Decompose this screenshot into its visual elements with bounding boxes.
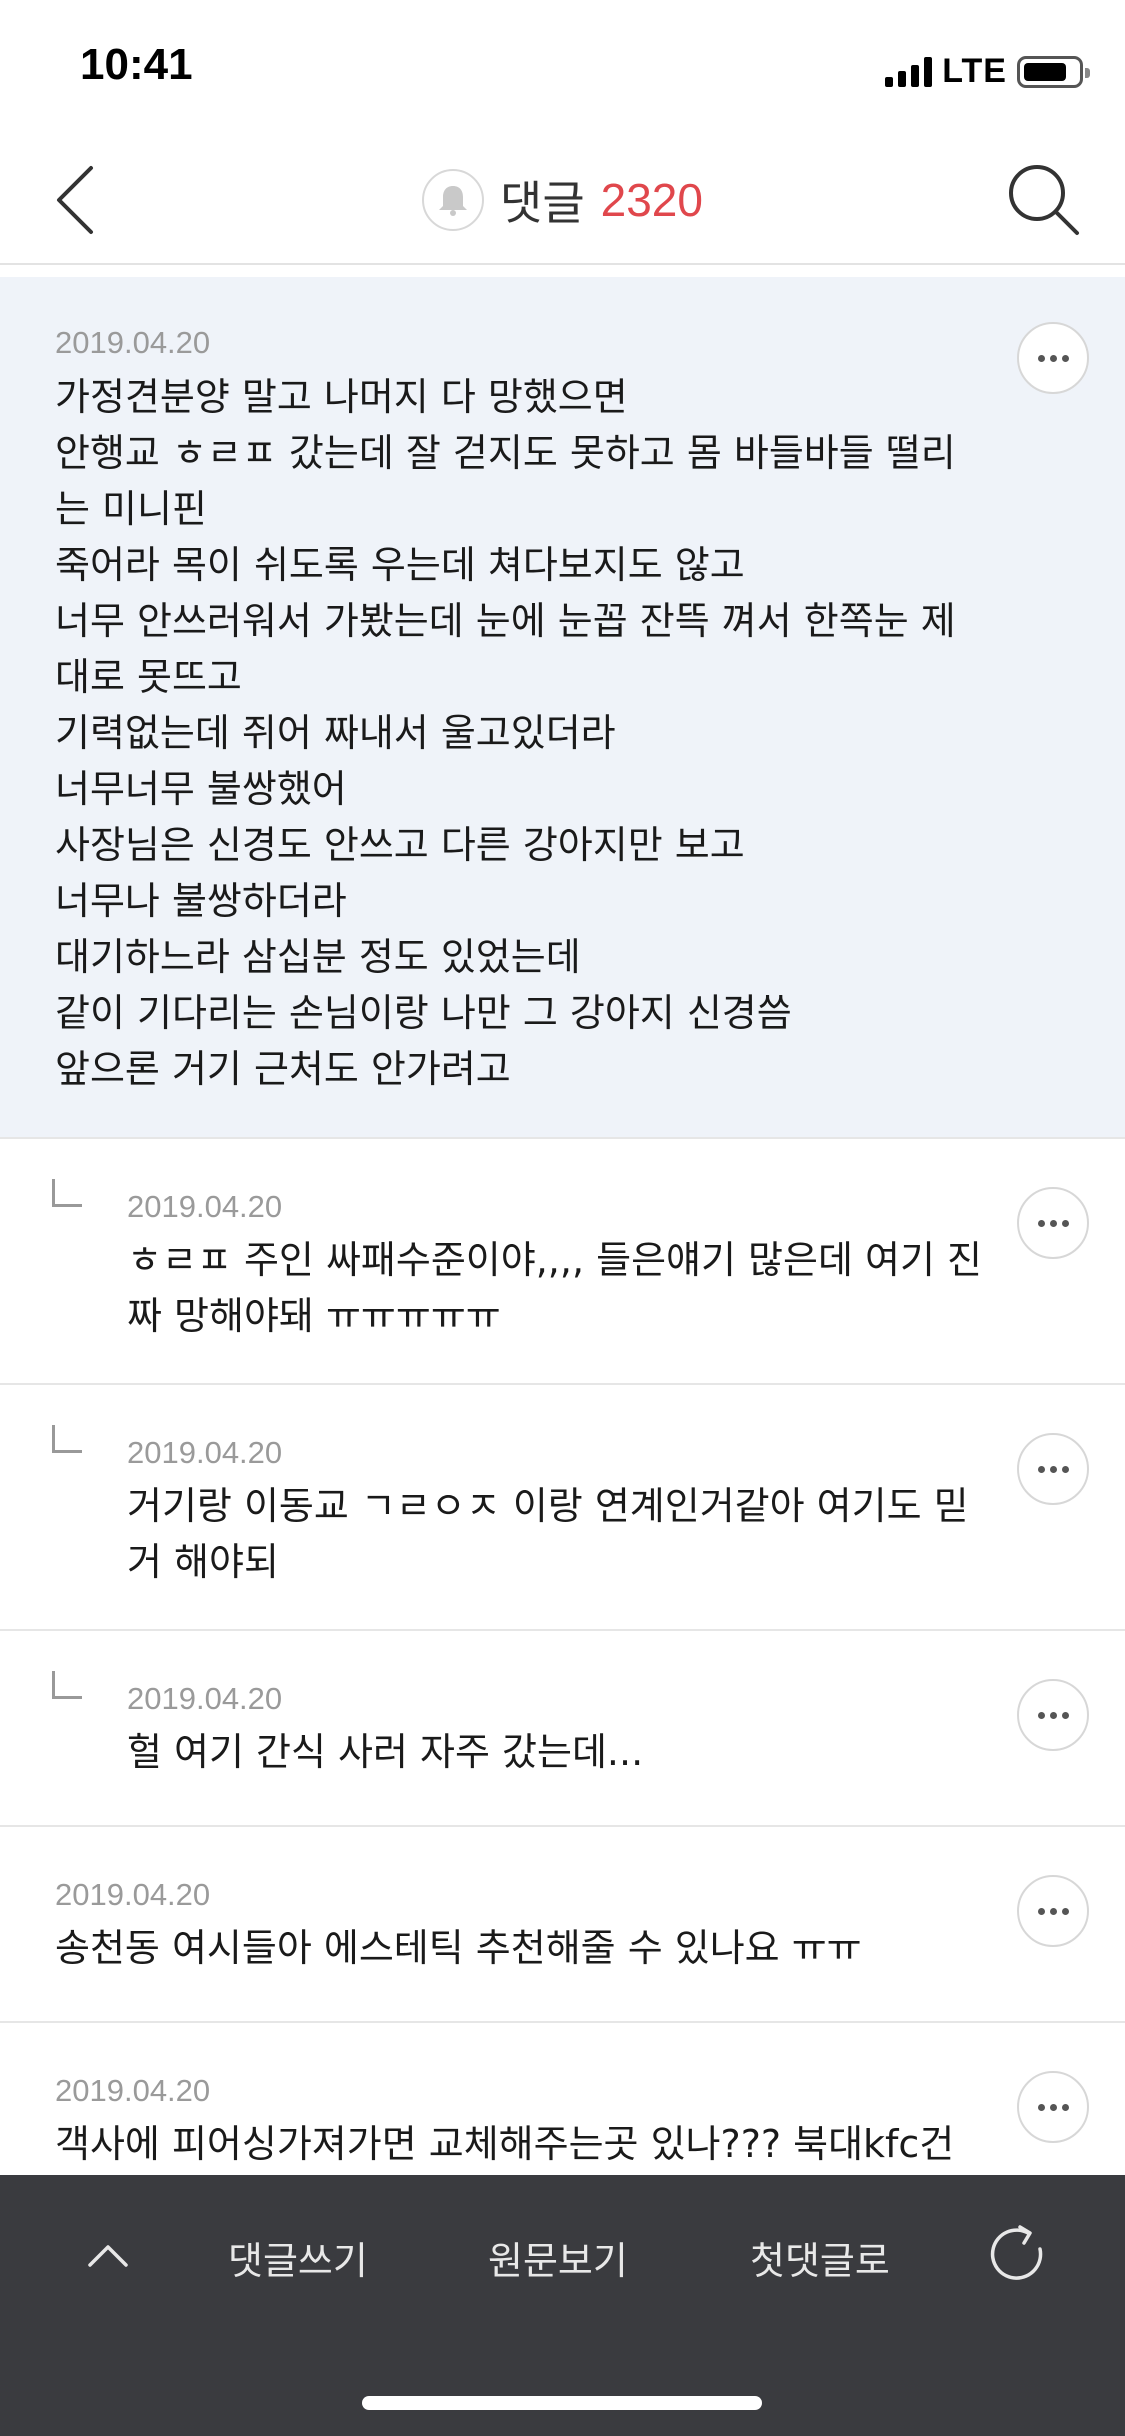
comment-date: 2019.04.20 [55, 325, 211, 360]
page-title: 댓글 2320 [0, 167, 1125, 233]
comment-text: 객사에 피어싱가져가면 교체해주는곳 있나??? 북대kfc건 [55, 2122, 955, 2166]
more-options-button[interactable] [1017, 1187, 1089, 1259]
first-comment-button[interactable]: 첫댓글로 [750, 2230, 890, 2285]
status-indicators: LTE [885, 52, 1090, 91]
comment-text: 헐 여기 간식 사러 자주 갔는데... [127, 1730, 644, 1774]
comment-text: 송천동 여시들아 에스테틱 추천해줄 수 있나요 ㅠㅠ [55, 1926, 862, 1970]
view-original-button[interactable]: 원문보기 [488, 2230, 628, 2285]
search-button[interactable] [1001, 157, 1085, 241]
comment-date: 2019.04.20 [55, 1877, 211, 1912]
search-icon [1009, 165, 1079, 235]
more-options-button[interactable] [1017, 322, 1089, 394]
battery-icon [1017, 55, 1090, 88]
comment-text: 거기랑 이동교 ㄱㄹㅇㅈ 이랑 연계인거같아 여기도 믿 거 해야되 [127, 1484, 969, 1584]
refresh-icon [990, 2225, 1043, 2280]
header: 댓글 2320 [0, 135, 1125, 265]
comment-date: 2019.04.20 [127, 1435, 283, 1470]
comment-list: 2019.04.20 가정견분양 말고 나머지 다 망했으면 안행교 ㅎㄹㅍ 갔… [0, 277, 1125, 2223]
more-options-button[interactable] [1017, 2071, 1089, 2143]
comment-date: 2019.04.20 [127, 1681, 283, 1716]
scroll-top-button[interactable] [78, 2227, 138, 2287]
bell-icon[interactable] [422, 169, 484, 231]
comment-reply: 2019.04.20 거기랑 이동교 ㄱㄹㅇㅈ 이랑 연계인거같아 여기도 믿 … [0, 1385, 1125, 1631]
refresh-button[interactable] [984, 2219, 1054, 2289]
title-label: 댓글 [500, 176, 585, 230]
reply-arrow-icon [52, 1425, 82, 1453]
status-time: 10:41 [80, 40, 193, 89]
home-indicator[interactable] [362, 2396, 762, 2410]
comment-count: 2320 [600, 174, 703, 226]
chevron-up-icon [88, 2245, 128, 2267]
comment-text: ㅎㄹㅍ 주인 싸패수준이야,,,, 들은얘기 많은데 여기 진 짜 망해야돼 ㅠ… [127, 1238, 982, 1338]
reply-arrow-icon [52, 1671, 82, 1699]
comment-reply: 2019.04.20 헐 여기 간식 사러 자주 갔는데... [0, 1631, 1125, 1827]
signal-icon [885, 56, 933, 87]
write-comment-button[interactable]: 댓글쓰기 [228, 2230, 368, 2285]
status-bar: 10:41 LTE [0, 0, 1125, 135]
comment-item: 2019.04.20 가정견분양 말고 나머지 다 망했으면 안행교 ㅎㄹㅍ 갔… [0, 277, 1125, 1139]
comment-text: 가정견분양 말고 나머지 다 망했으면 안행교 ㅎㄹㅍ 갔는데 잘 걷지도 못하… [55, 375, 956, 1091]
comment-item: 2019.04.20 송천동 여시들아 에스테틱 추천해줄 수 있나요 ㅠㅠ [0, 1827, 1125, 2023]
reply-arrow-icon [52, 1179, 82, 1207]
more-options-button[interactable] [1017, 1679, 1089, 1751]
comment-date: 2019.04.20 [127, 1189, 283, 1224]
network-type: LTE [942, 52, 1007, 90]
more-options-button[interactable] [1017, 1875, 1089, 1947]
more-options-button[interactable] [1017, 1433, 1089, 1505]
comment-reply: 2019.04.20 ㅎㄹㅍ 주인 싸패수준이야,,,, 들은얘기 많은데 여기… [0, 1139, 1125, 1385]
comment-date: 2019.04.20 [55, 2073, 211, 2108]
